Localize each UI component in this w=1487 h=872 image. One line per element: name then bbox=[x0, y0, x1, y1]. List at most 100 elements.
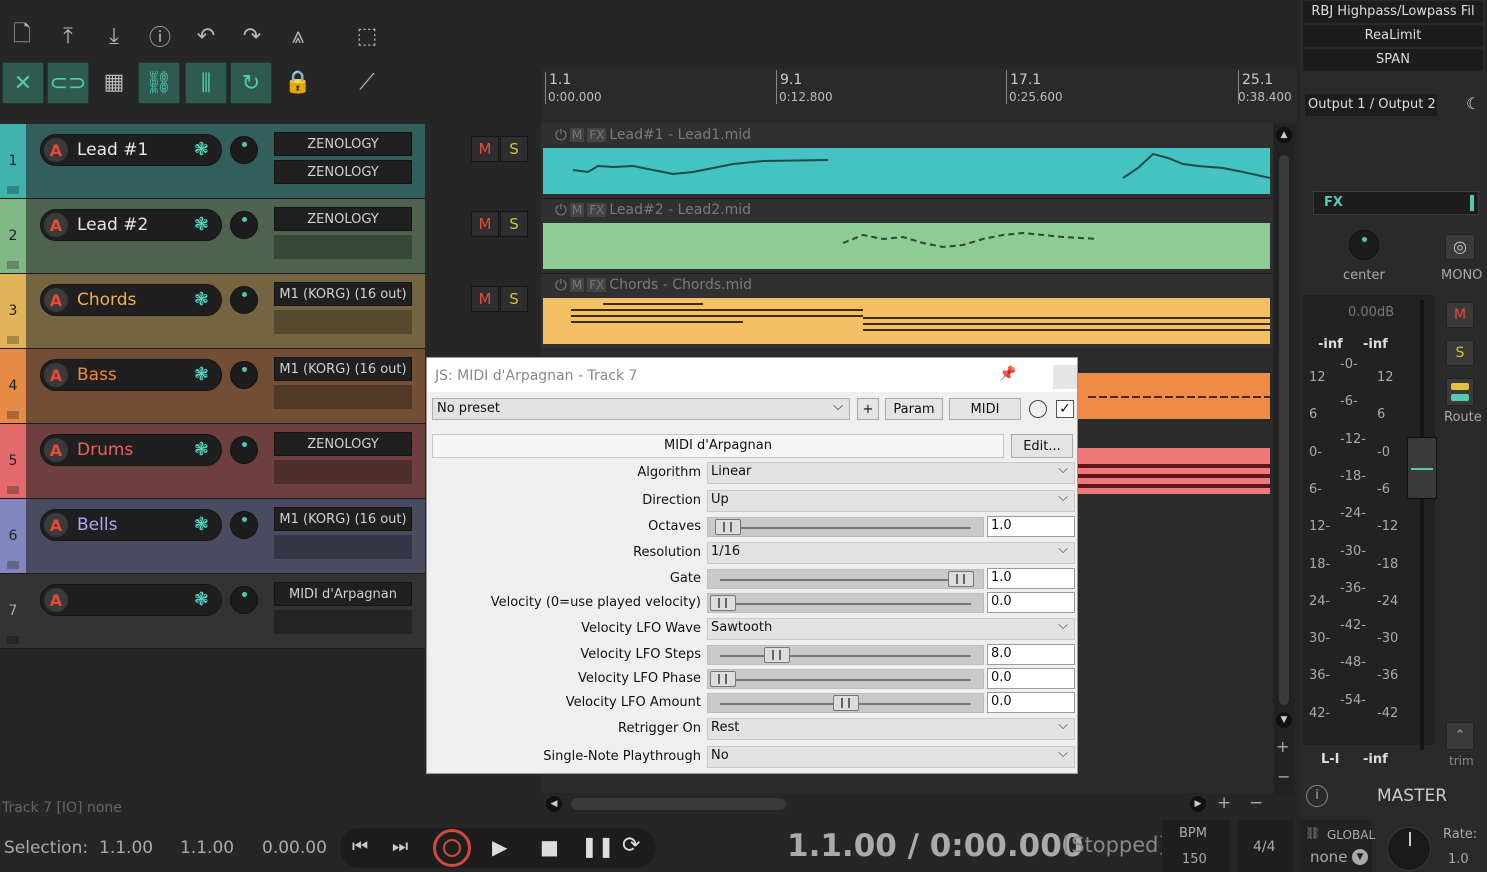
group-icon[interactable]: ⛓ bbox=[138, 62, 180, 104]
scroll-up-icon[interactable]: ▲ bbox=[1276, 127, 1292, 143]
timesig-value[interactable]: 4/4 bbox=[1253, 839, 1276, 855]
undo-icon[interactable]: ↶ bbox=[188, 18, 224, 54]
preset-dropdown[interactable]: No preset ⌵ bbox=[432, 398, 850, 420]
power-icon[interactable]: ⏻ bbox=[555, 201, 567, 219]
midi-clip-lead2[interactable] bbox=[543, 223, 1270, 269]
import-icon[interactable]: ⤒ bbox=[50, 18, 86, 54]
folder-icon[interactable] bbox=[7, 636, 19, 644]
wet-knob-icon[interactable] bbox=[1029, 400, 1047, 418]
track-panel[interactable]: 7 A ❃ MIDI d'Arpagnan bbox=[0, 574, 425, 649]
link-icon[interactable]: ⊂⊃ bbox=[47, 62, 89, 104]
master-fader-handle[interactable] bbox=[1407, 437, 1437, 499]
snap-grid-icon[interactable]: ⫼ bbox=[185, 62, 227, 104]
track-fx-slot[interactable] bbox=[274, 235, 412, 259]
automation-mode[interactable]: none bbox=[1310, 848, 1347, 866]
fx-window[interactable]: JS: MIDI d'Arpagnan - Track 7 📌 × No pre… bbox=[426, 357, 1078, 774]
rate-knob[interactable] bbox=[1387, 827, 1431, 871]
export-icon[interactable]: ⤓ bbox=[96, 18, 132, 54]
track-name-box[interactable]: A Chords ❃ bbox=[40, 284, 222, 316]
dropdown-icon[interactable]: ▼ bbox=[1352, 849, 1368, 865]
track-fx-slot[interactable]: M1 (KORG) (16 out) bbox=[274, 282, 412, 306]
go-end-icon[interactable]: ⏭ bbox=[392, 836, 408, 857]
track-fx-slot[interactable] bbox=[274, 385, 412, 409]
folder-icon[interactable] bbox=[7, 261, 19, 269]
input-monitor-icon[interactable]: ❃ bbox=[194, 289, 209, 310]
param-button[interactable]: Param bbox=[885, 398, 943, 420]
envelope-icon[interactable]: ⟋ bbox=[349, 64, 385, 100]
zoom-in-icon[interactable]: + bbox=[1276, 737, 1289, 756]
folder-icon[interactable] bbox=[7, 186, 19, 194]
midi-button[interactable]: MIDI bbox=[949, 398, 1021, 420]
track-panel[interactable]: 5 A Drums ❃ ZENOLOGY bbox=[0, 424, 425, 499]
play-icon[interactable]: ▶ bbox=[492, 835, 507, 859]
record-arm-icon[interactable]: A bbox=[44, 288, 68, 312]
track-solo-button[interactable]: S bbox=[500, 286, 528, 312]
track-name-box[interactable]: A ❃ bbox=[40, 584, 222, 616]
track-pan-knob[interactable] bbox=[230, 586, 258, 614]
info-icon[interactable]: ⓘ bbox=[142, 18, 178, 54]
pause-icon[interactable]: ❚❚ bbox=[581, 834, 615, 858]
slider-handle[interactable] bbox=[710, 671, 736, 687]
position-display[interactable]: 1.1.00 / 0:00.000 bbox=[787, 828, 1083, 864]
clip-fx-button[interactable]: FX bbox=[587, 203, 607, 217]
input-monitor-icon[interactable]: ❃ bbox=[194, 139, 209, 160]
input-monitor-icon[interactable]: ❃ bbox=[194, 514, 209, 535]
param-select[interactable]: Up bbox=[707, 490, 1075, 512]
track-fx-slot[interactable] bbox=[274, 310, 412, 334]
trim-icon[interactable]: ⌃ bbox=[1446, 722, 1474, 750]
param-select[interactable]: 1/16 bbox=[707, 542, 1075, 564]
master-mute-button[interactable]: M bbox=[1446, 302, 1474, 328]
track-solo-button[interactable]: S bbox=[500, 136, 528, 162]
grid-icon[interactable]: ▦ bbox=[96, 64, 132, 100]
folder-icon[interactable] bbox=[7, 561, 19, 569]
folder-icon[interactable] bbox=[7, 486, 19, 494]
input-monitor-icon[interactable]: ❃ bbox=[194, 364, 209, 385]
track-name-box[interactable]: A Bass ❃ bbox=[40, 359, 222, 391]
midi-clip-chords[interactable] bbox=[543, 298, 1270, 344]
slider-handle[interactable] bbox=[947, 571, 974, 587]
scroll-down-icon[interactable]: ▼ bbox=[1276, 712, 1292, 728]
scroll-right-icon[interactable]: ▶ bbox=[1190, 796, 1206, 812]
master-pan-knob[interactable] bbox=[1349, 230, 1379, 260]
track-panel[interactable]: 4 A Bass ❃ M1 (KORG) (16 out) bbox=[0, 349, 425, 424]
track-panel[interactable]: 6 A Bells ❃ M1 (KORG) (16 out) bbox=[0, 499, 425, 574]
param-slider[interactable] bbox=[707, 645, 984, 665]
new-file-icon[interactable]: 🗋 bbox=[4, 18, 40, 54]
master-fx-button[interactable]: FX bbox=[1313, 191, 1479, 215]
track-pan-knob[interactable] bbox=[230, 511, 258, 539]
add-preset-button[interactable]: + bbox=[857, 398, 879, 420]
param-select[interactable]: No bbox=[707, 746, 1075, 768]
selection-start[interactable]: 1.1.00 bbox=[99, 838, 153, 858]
scroll-thumb[interactable] bbox=[1279, 155, 1289, 705]
param-select[interactable]: Sawtooth bbox=[707, 618, 1075, 640]
track-fx-slot[interactable]: M1 (KORG) (16 out) bbox=[274, 357, 412, 381]
clip-fx-button[interactable]: FX bbox=[587, 128, 607, 142]
midi-clip-bass[interactable] bbox=[1078, 373, 1270, 419]
input-monitor-icon[interactable]: ❃ bbox=[194, 214, 209, 235]
selection-length[interactable]: 0.00.00 bbox=[262, 838, 327, 858]
param-slider[interactable] bbox=[707, 693, 984, 713]
slider-handle[interactable] bbox=[832, 695, 859, 711]
power-icon[interactable]: ⏻ bbox=[555, 276, 567, 294]
clip-m-button[interactable]: M bbox=[569, 203, 585, 217]
master-output[interactable]: Output 1 / Output 2 bbox=[1305, 94, 1437, 116]
param-value-field[interactable]: 0.0 bbox=[987, 668, 1075, 689]
track-fx-slot[interactable]: M1 (KORG) (16 out) bbox=[274, 507, 412, 531]
record-arm-icon[interactable]: A bbox=[44, 213, 68, 237]
track-fx-slot[interactable]: ZENOLOGY bbox=[274, 207, 412, 231]
close-icon[interactable]: × bbox=[1053, 365, 1077, 389]
record-icon[interactable] bbox=[433, 829, 471, 867]
master-fx-item[interactable]: RBJ Highpass/Lowpass Fil bbox=[1303, 1, 1483, 23]
track-fx-slot[interactable] bbox=[274, 460, 412, 484]
record-arm-icon[interactable]: A bbox=[44, 438, 68, 462]
track-pan-knob[interactable] bbox=[230, 286, 258, 314]
route-icon[interactable] bbox=[1446, 378, 1474, 406]
track-panel[interactable]: 1 A Lead #1 ❃ ZENOLOGY ZENOLOGY bbox=[0, 124, 425, 199]
metronome-icon[interactable]: ⩓ bbox=[280, 18, 316, 54]
track-fx-slot[interactable] bbox=[274, 610, 412, 634]
clip-m-button[interactable]: M bbox=[569, 128, 585, 142]
clip-m-button[interactable]: M bbox=[569, 278, 585, 292]
master-info-icon[interactable]: i bbox=[1306, 785, 1328, 807]
redo-icon[interactable]: ↷ bbox=[234, 18, 270, 54]
param-slider[interactable] bbox=[707, 593, 984, 613]
